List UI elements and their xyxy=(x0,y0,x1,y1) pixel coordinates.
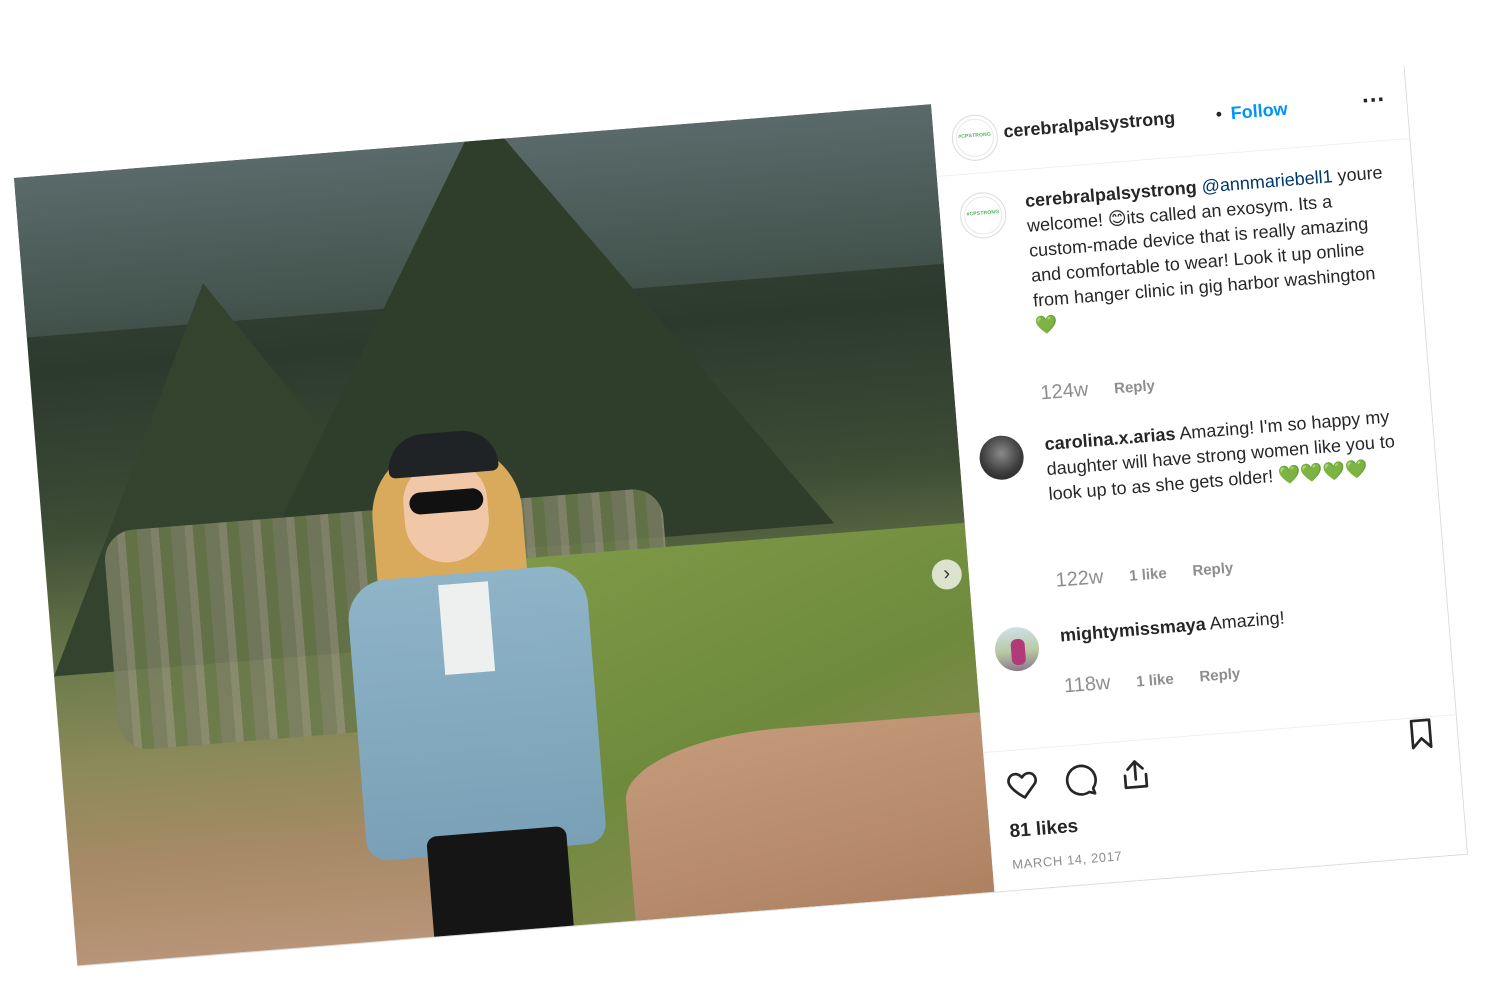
reply-button[interactable]: Reply xyxy=(1192,560,1234,580)
comment-username[interactable]: mightymissmaya xyxy=(1059,614,1206,646)
post-actions: 81 likes MARCH 14, 2017 xyxy=(983,714,1467,893)
comment-meta: 124w Reply xyxy=(1040,371,1178,405)
comment-time[interactable]: 124w xyxy=(1040,379,1089,405)
likes-count[interactable]: 81 likes xyxy=(1009,816,1079,843)
reply-button[interactable]: Reply xyxy=(1199,665,1241,685)
comment-avatar[interactable] xyxy=(993,625,1041,673)
comment-time[interactable]: 122w xyxy=(1055,566,1104,592)
person-cap xyxy=(385,428,499,479)
comment-avatar[interactable] xyxy=(977,434,1026,482)
comment-avatar[interactable]: #CPSTRONG xyxy=(958,190,1008,241)
post-card: › #CPSTRONG cerebralpalsystrong • Follow… xyxy=(14,66,1468,967)
comment-meta: 118w 1 like Reply xyxy=(1063,660,1263,699)
comment-body: cerebralpalsystrong @annmariebell1 youre… xyxy=(1024,159,1405,338)
screenshot-stage: › #CPSTRONG cerebralpalsystrong • Follow… xyxy=(0,0,1500,981)
person-tee xyxy=(438,581,496,676)
photo-person xyxy=(304,390,668,966)
share-icon[interactable] xyxy=(1116,756,1155,795)
author-username[interactable]: cerebralpalsystrong xyxy=(1003,108,1176,143)
header-separator: • xyxy=(1214,103,1223,125)
comment-text: Amazing! xyxy=(1208,607,1286,634)
bookmark-icon[interactable] xyxy=(1402,715,1441,754)
comment-meta: 122w 1 like Reply xyxy=(1055,554,1256,593)
author-avatar[interactable]: #CPSTRONG xyxy=(950,113,1000,163)
comment-item: carolina.x.arias Amazing! I'm so happy m… xyxy=(958,401,1430,592)
reply-button[interactable]: Reply xyxy=(1113,377,1155,397)
person-pants xyxy=(426,825,577,966)
post-date[interactable]: MARCH 14, 2017 xyxy=(1012,848,1123,872)
heart-icon[interactable] xyxy=(1004,765,1043,804)
comment-icon[interactable] xyxy=(1060,760,1099,799)
post-header: #CPSTRONG cerebralpalsystrong • Follow .… xyxy=(931,66,1410,177)
comment-body: mightymissmaya Amazing! xyxy=(1059,594,1430,649)
comment-likes[interactable]: 1 like xyxy=(1136,671,1175,691)
comment-item: mightymissmaya Amazing! 118w 1 like Repl… xyxy=(973,593,1445,697)
post-side-panel: #CPSTRONG cerebralpalsystrong • Follow .… xyxy=(931,66,1467,893)
comment-time[interactable]: 118w xyxy=(1063,672,1111,698)
more-options-icon[interactable]: ... xyxy=(1361,80,1386,110)
post-photo[interactable]: › xyxy=(14,104,995,966)
comment-text: Amazing! I'm so happy my daughter will h… xyxy=(1045,406,1396,505)
comment-likes[interactable]: 1 like xyxy=(1129,565,1168,585)
follow-button[interactable]: Follow xyxy=(1230,99,1289,125)
avatar-figure xyxy=(1010,638,1027,666)
comment-body: carolina.x.arias Amazing! I'm so happy m… xyxy=(1044,403,1419,507)
